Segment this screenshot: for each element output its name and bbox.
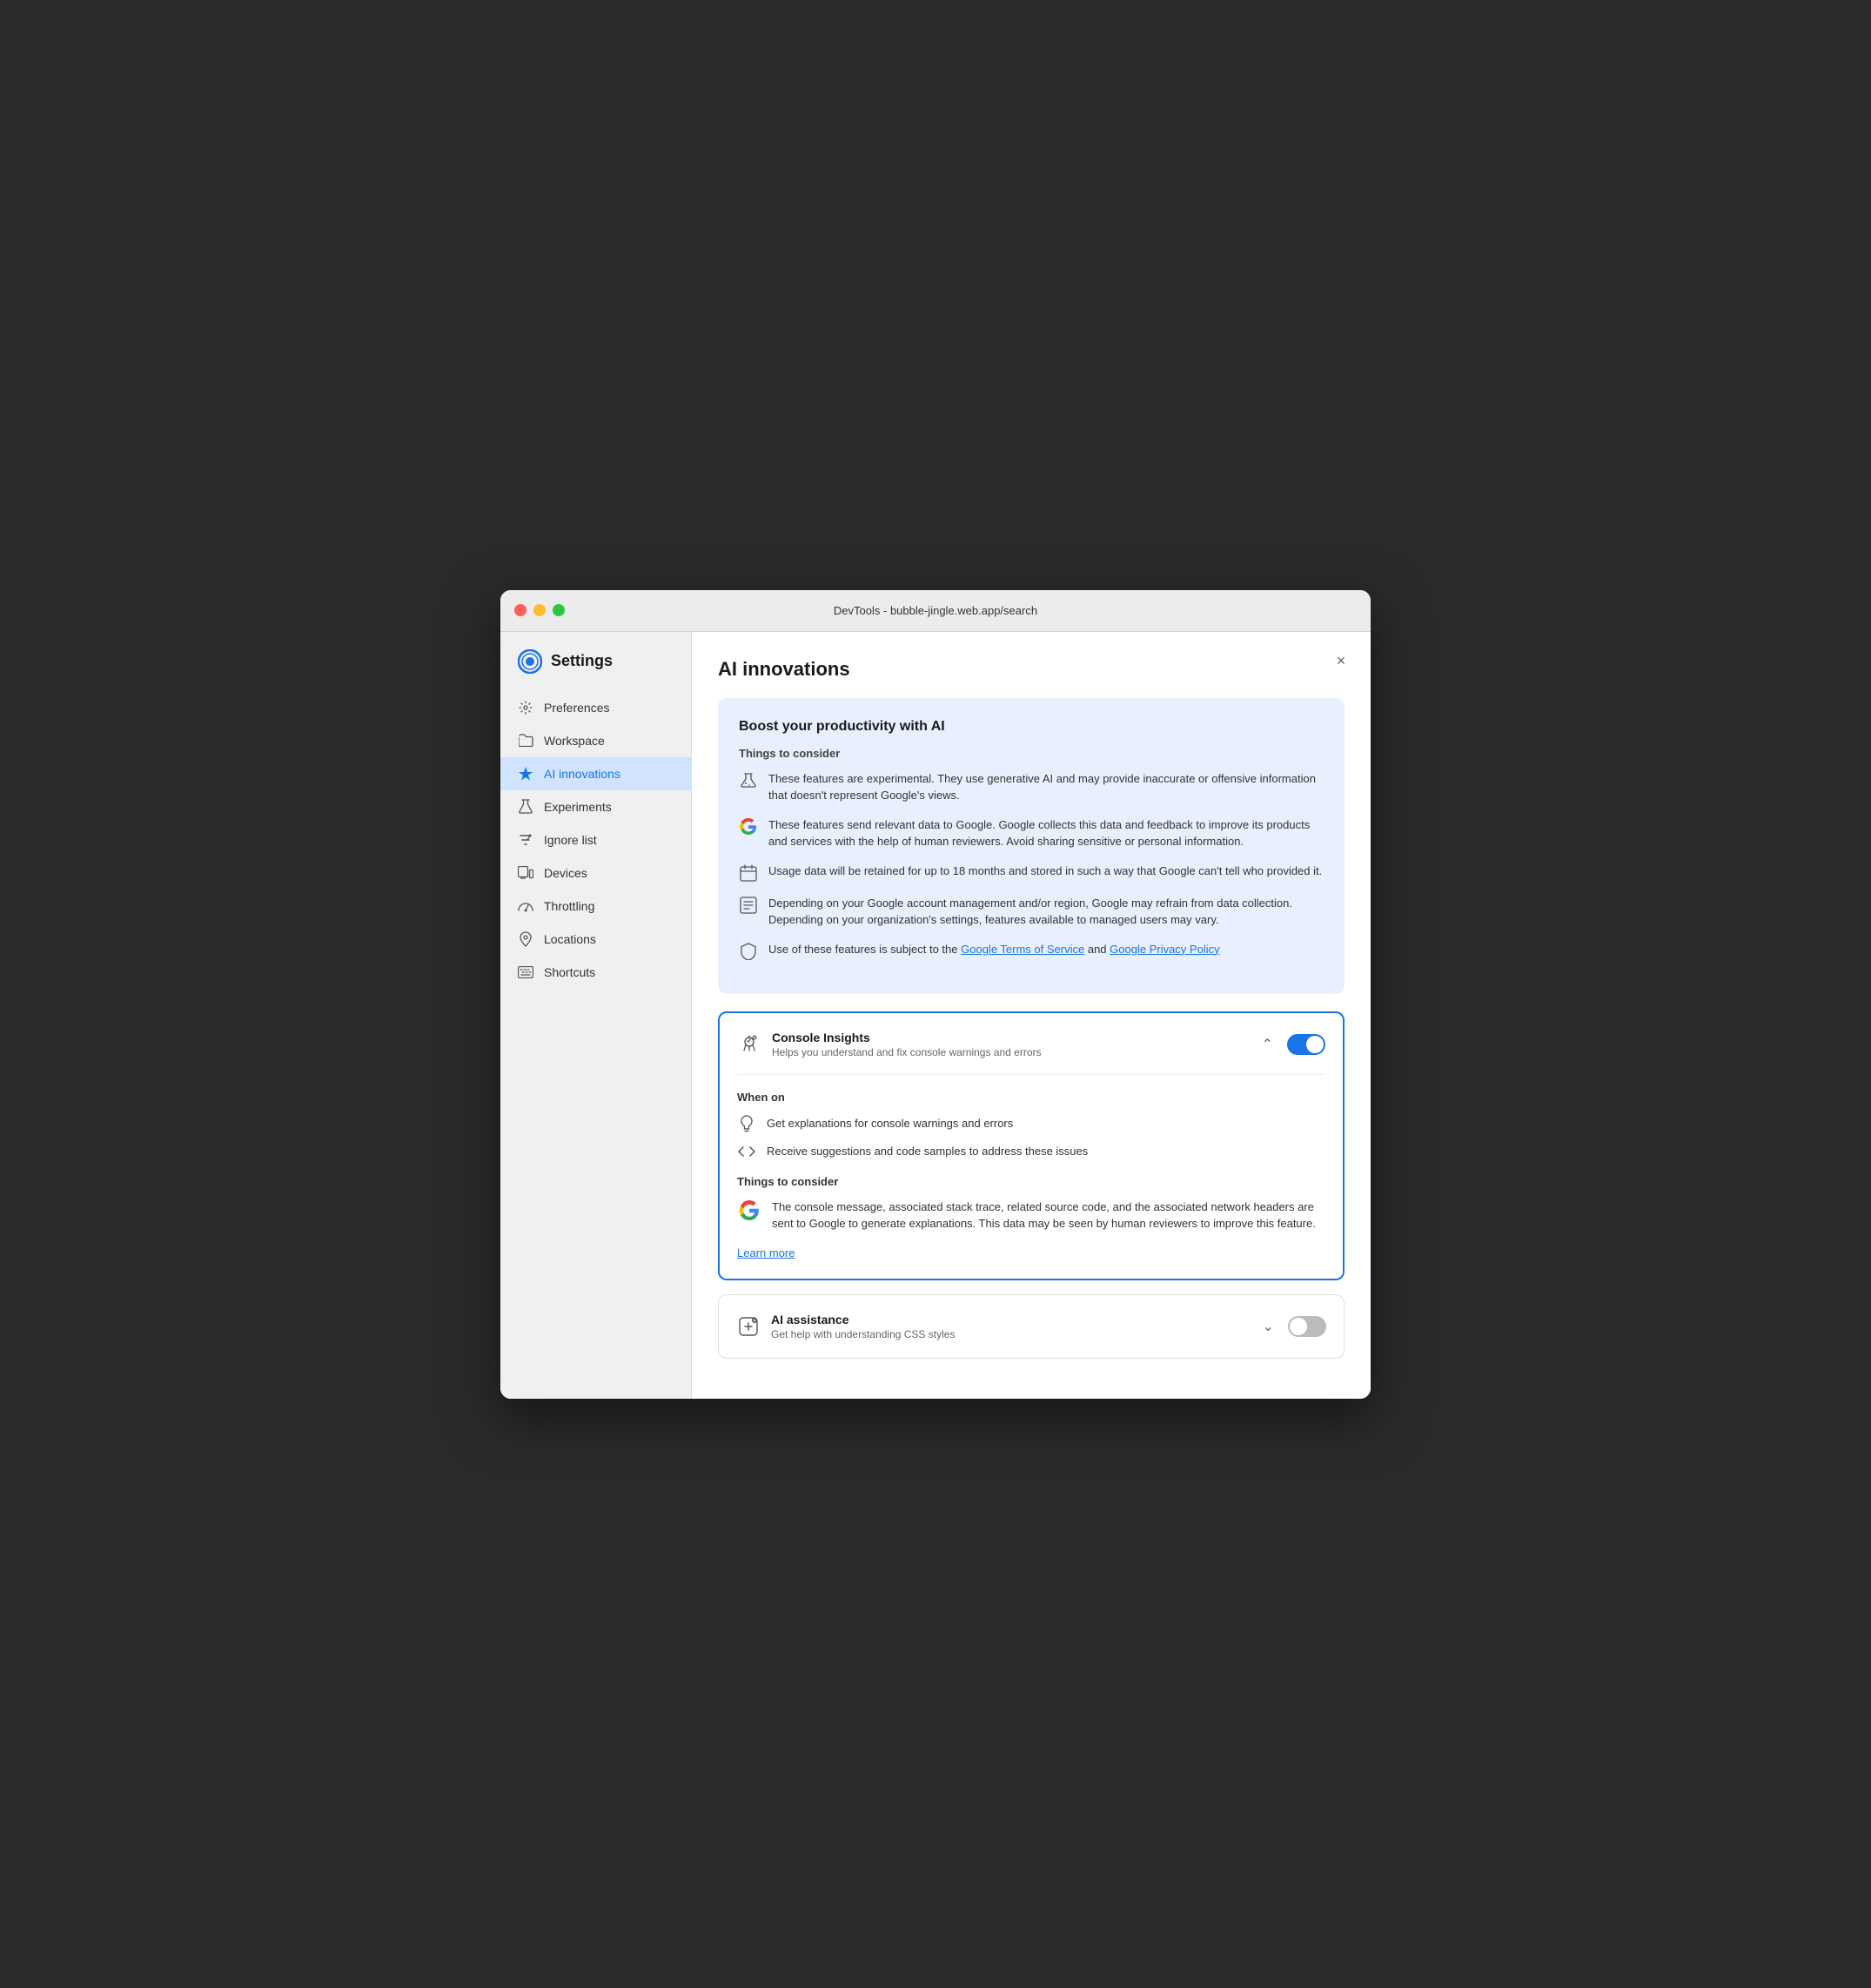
tos-link[interactable]: Google Terms of Service bbox=[961, 943, 1084, 956]
console-insights-card: Console Insights Helps you understand an… bbox=[718, 1011, 1345, 1280]
sidebar-item-throttling[interactable]: Throttling bbox=[500, 890, 691, 923]
ai-assistance-header-left: AI assistance Get help with understandin… bbox=[736, 1313, 1259, 1340]
ai-assistance-toggle[interactable] bbox=[1288, 1316, 1326, 1337]
close-panel-button[interactable]: × bbox=[1329, 649, 1353, 674]
sidebar-item-workspace-label: Workspace bbox=[544, 734, 605, 748]
ai-assistance-desc: Get help with understanding CSS styles bbox=[771, 1328, 955, 1340]
console-insights-text: Console Insights Helps you understand an… bbox=[772, 1031, 1042, 1058]
ai-assistance-controls: ⌄ bbox=[1259, 1314, 1326, 1339]
settings-window: DevTools - bubble-jingle.web.app/search … bbox=[500, 590, 1371, 1399]
ai-assistance-header: AI assistance Get help with understandin… bbox=[736, 1313, 1326, 1340]
minimize-window-button[interactable] bbox=[533, 604, 546, 616]
maximize-window-button[interactable] bbox=[553, 604, 565, 616]
console-insights-name: Console Insights bbox=[772, 1031, 1042, 1044]
close-window-button[interactable] bbox=[514, 604, 526, 616]
info-text-google-data: These features send relevant data to Goo… bbox=[768, 816, 1324, 850]
privacy-link[interactable]: Google Privacy Policy bbox=[1110, 943, 1219, 956]
sidebar-item-experiments-label: Experiments bbox=[544, 800, 612, 814]
sidebar-item-ignore-label: Ignore list bbox=[544, 833, 597, 847]
experiment-icon bbox=[739, 771, 758, 790]
sidebar-item-shortcuts[interactable]: Shortcuts bbox=[500, 956, 691, 989]
sidebar-item-locations[interactable]: Locations bbox=[500, 923, 691, 956]
console-insights-controls: ⌃ bbox=[1258, 1032, 1325, 1057]
info-card-subtitle: Things to consider bbox=[739, 747, 1324, 760]
devtools-logo-icon bbox=[518, 649, 542, 674]
sidebar-item-ignore-list[interactable]: Ignore list bbox=[500, 823, 691, 856]
code-icon bbox=[737, 1142, 756, 1161]
gear-icon bbox=[518, 700, 533, 715]
page-title: AI innovations bbox=[718, 658, 1345, 681]
folder-icon bbox=[518, 733, 533, 749]
info-item-google-data: These features send relevant data to Goo… bbox=[739, 816, 1324, 850]
info-text-account: Depending on your Google account managem… bbox=[768, 895, 1324, 929]
filter-icon bbox=[518, 832, 533, 848]
flask-icon bbox=[518, 799, 533, 815]
lightbulb-icon bbox=[737, 1114, 756, 1133]
sidebar-item-workspace[interactable]: Workspace bbox=[500, 724, 691, 757]
info-text-tos: Use of these features is subject to the … bbox=[768, 941, 1220, 958]
sidebar-item-ai-label: AI innovations bbox=[544, 767, 620, 781]
when-on-label: When on bbox=[737, 1091, 1325, 1104]
list-icon bbox=[739, 896, 758, 915]
sidebar-item-shortcuts-label: Shortcuts bbox=[544, 965, 595, 979]
google-things-icon bbox=[737, 1199, 761, 1223]
sidebar: Settings Preferences bbox=[500, 632, 692, 1399]
devices-icon bbox=[518, 865, 533, 881]
window-title: DevTools - bubble-jingle.web.app/search bbox=[834, 604, 1037, 617]
sidebar-item-preferences-label: Preferences bbox=[544, 701, 609, 715]
ai-info-card: Boost your productivity with AI Things t… bbox=[718, 698, 1345, 994]
info-item-retention: Usage data will be retained for up to 18… bbox=[739, 863, 1324, 883]
ai-assistance-text: AI assistance Get help with understandin… bbox=[771, 1313, 955, 1340]
info-text-experimental: These features are experimental. They us… bbox=[768, 770, 1324, 804]
keyboard-icon bbox=[518, 964, 533, 980]
gauge-icon bbox=[518, 898, 533, 914]
ai-assistance-expand-button[interactable]: ⌄ bbox=[1259, 1314, 1278, 1339]
console-insights-collapse-button[interactable]: ⌃ bbox=[1258, 1032, 1277, 1057]
main-content: Settings Preferences bbox=[500, 632, 1371, 1399]
console-insights-header: Console Insights Helps you understand an… bbox=[737, 1031, 1325, 1058]
info-item-experimental: These features are experimental. They us… bbox=[739, 770, 1324, 804]
ai-assistance-name: AI assistance bbox=[771, 1313, 955, 1326]
console-insights-desc: Helps you understand and fix console war… bbox=[772, 1046, 1042, 1058]
calendar-icon bbox=[739, 863, 758, 883]
things-to-consider-section: Things to consider The console message, … bbox=[737, 1175, 1325, 1232]
things-item-google: The console message, associated stack tr… bbox=[737, 1199, 1325, 1232]
when-on-section: When on Get explanations for console war… bbox=[737, 1074, 1325, 1161]
info-item-account: Depending on your Google account managem… bbox=[739, 895, 1324, 929]
sparkle-icon bbox=[518, 766, 533, 782]
info-item-tos: Use of these features is subject to the … bbox=[739, 941, 1324, 961]
window-controls bbox=[514, 604, 565, 616]
sidebar-item-experiments[interactable]: Experiments bbox=[500, 790, 691, 823]
learn-more-button[interactable]: Learn more bbox=[737, 1246, 795, 1259]
things-text-google: The console message, associated stack tr… bbox=[772, 1199, 1325, 1232]
ai-assistance-icon bbox=[736, 1314, 761, 1339]
console-insights-icon bbox=[737, 1032, 761, 1057]
sidebar-item-ai-innovations[interactable]: AI innovations bbox=[500, 757, 691, 790]
when-on-text-suggestions: Receive suggestions and code samples to … bbox=[767, 1145, 1088, 1158]
info-card-title: Boost your productivity with AI bbox=[739, 719, 1324, 735]
ai-assistance-card: AI assistance Get help with understandin… bbox=[718, 1294, 1345, 1359]
pin-icon bbox=[518, 931, 533, 947]
when-on-item-suggestions: Receive suggestions and code samples to … bbox=[737, 1142, 1325, 1161]
console-insights-toggle[interactable] bbox=[1287, 1034, 1325, 1055]
google-icon bbox=[739, 817, 758, 836]
titlebar: DevTools - bubble-jingle.web.app/search bbox=[500, 590, 1371, 632]
sidebar-item-preferences[interactable]: Preferences bbox=[500, 691, 691, 724]
info-text-retention: Usage data will be retained for up to 18… bbox=[768, 863, 1322, 880]
main-panel: × AI innovations Boost your productivity… bbox=[692, 632, 1371, 1399]
sidebar-header: Settings bbox=[500, 649, 691, 691]
sidebar-item-locations-label: Locations bbox=[544, 932, 596, 946]
when-on-item-explanations: Get explanations for console warnings an… bbox=[737, 1114, 1325, 1133]
sidebar-item-devices-label: Devices bbox=[544, 866, 587, 880]
when-on-text-explanations: Get explanations for console warnings an… bbox=[767, 1117, 1013, 1130]
shield-icon bbox=[739, 942, 758, 961]
console-insights-header-left: Console Insights Helps you understand an… bbox=[737, 1031, 1258, 1058]
sidebar-item-devices[interactable]: Devices bbox=[500, 856, 691, 890]
sidebar-item-throttling-label: Throttling bbox=[544, 899, 594, 913]
sidebar-title: Settings bbox=[551, 652, 613, 670]
things-label: Things to consider bbox=[737, 1175, 1325, 1188]
